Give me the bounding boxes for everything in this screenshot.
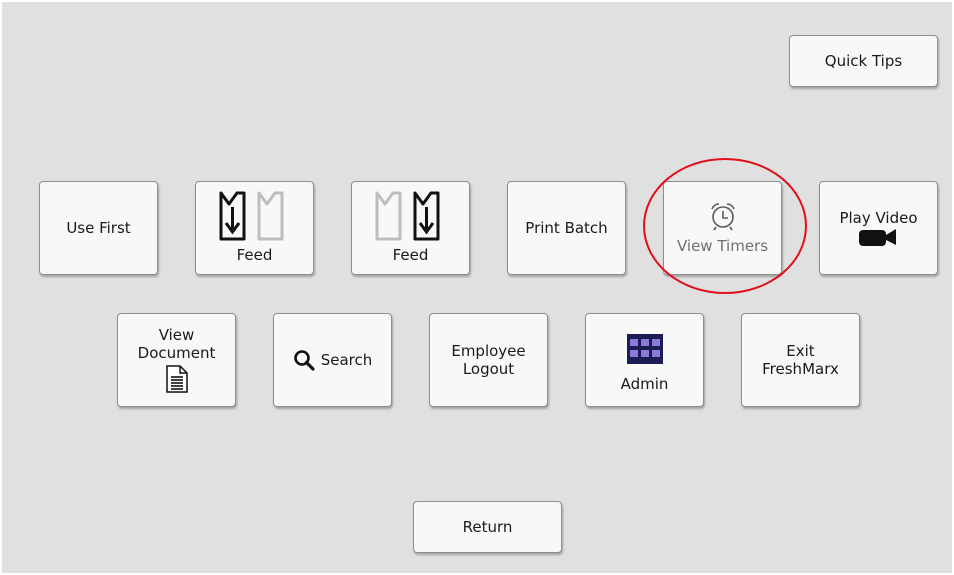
employee-logout-button[interactable]: Employee Logout	[429, 313, 548, 407]
exit-label-line1: Exit	[786, 342, 815, 360]
feed-right-icon	[375, 191, 439, 241]
use-first-button[interactable]: Use First	[39, 181, 158, 275]
feed-right-button[interactable]: Feed	[351, 181, 470, 275]
view-document-label-line2: Document	[137, 344, 216, 362]
view-timers-button[interactable]: View Timers	[663, 181, 782, 275]
admin-button[interactable]: Admin	[585, 313, 704, 407]
admin-label: Admin	[620, 375, 669, 393]
feed-left-label: Feed	[236, 246, 273, 264]
quick-tips-label: Quick Tips	[824, 52, 903, 70]
return-label: Return	[462, 518, 513, 536]
exit-label-line2: FreshMarx	[762, 360, 839, 378]
admin-grid-icon	[626, 334, 663, 364]
employee-logout-label-line1: Employee	[451, 342, 526, 360]
main-menu-screen: Quick Tips Use First Feed Feed Print Bat…	[2, 2, 952, 573]
print-batch-button[interactable]: Print Batch	[507, 181, 626, 275]
return-button[interactable]: Return	[413, 501, 562, 553]
view-timers-label: View Timers	[676, 237, 769, 255]
document-icon	[165, 365, 188, 393]
view-document-button[interactable]: View Document	[117, 313, 236, 407]
alarm-clock-icon	[710, 203, 735, 231]
view-document-label-line1: View	[158, 326, 195, 344]
feed-left-button[interactable]: Feed	[195, 181, 314, 275]
employee-logout-label-line2: Logout	[462, 360, 515, 378]
feed-right-label: Feed	[392, 246, 429, 264]
search-label: Search	[320, 351, 373, 369]
feed-left-icon	[219, 191, 283, 241]
exit-freshmarx-button[interactable]: Exit FreshMarx	[741, 313, 860, 407]
search-button[interactable]: Search	[273, 313, 392, 407]
video-camera-icon	[858, 229, 896, 246]
use-first-label: Use First	[66, 219, 131, 237]
play-video-button[interactable]: Play Video	[819, 181, 938, 275]
quick-tips-button[interactable]: Quick Tips	[789, 35, 938, 87]
print-batch-label: Print Batch	[525, 219, 608, 237]
magnifier-icon	[293, 350, 315, 371]
